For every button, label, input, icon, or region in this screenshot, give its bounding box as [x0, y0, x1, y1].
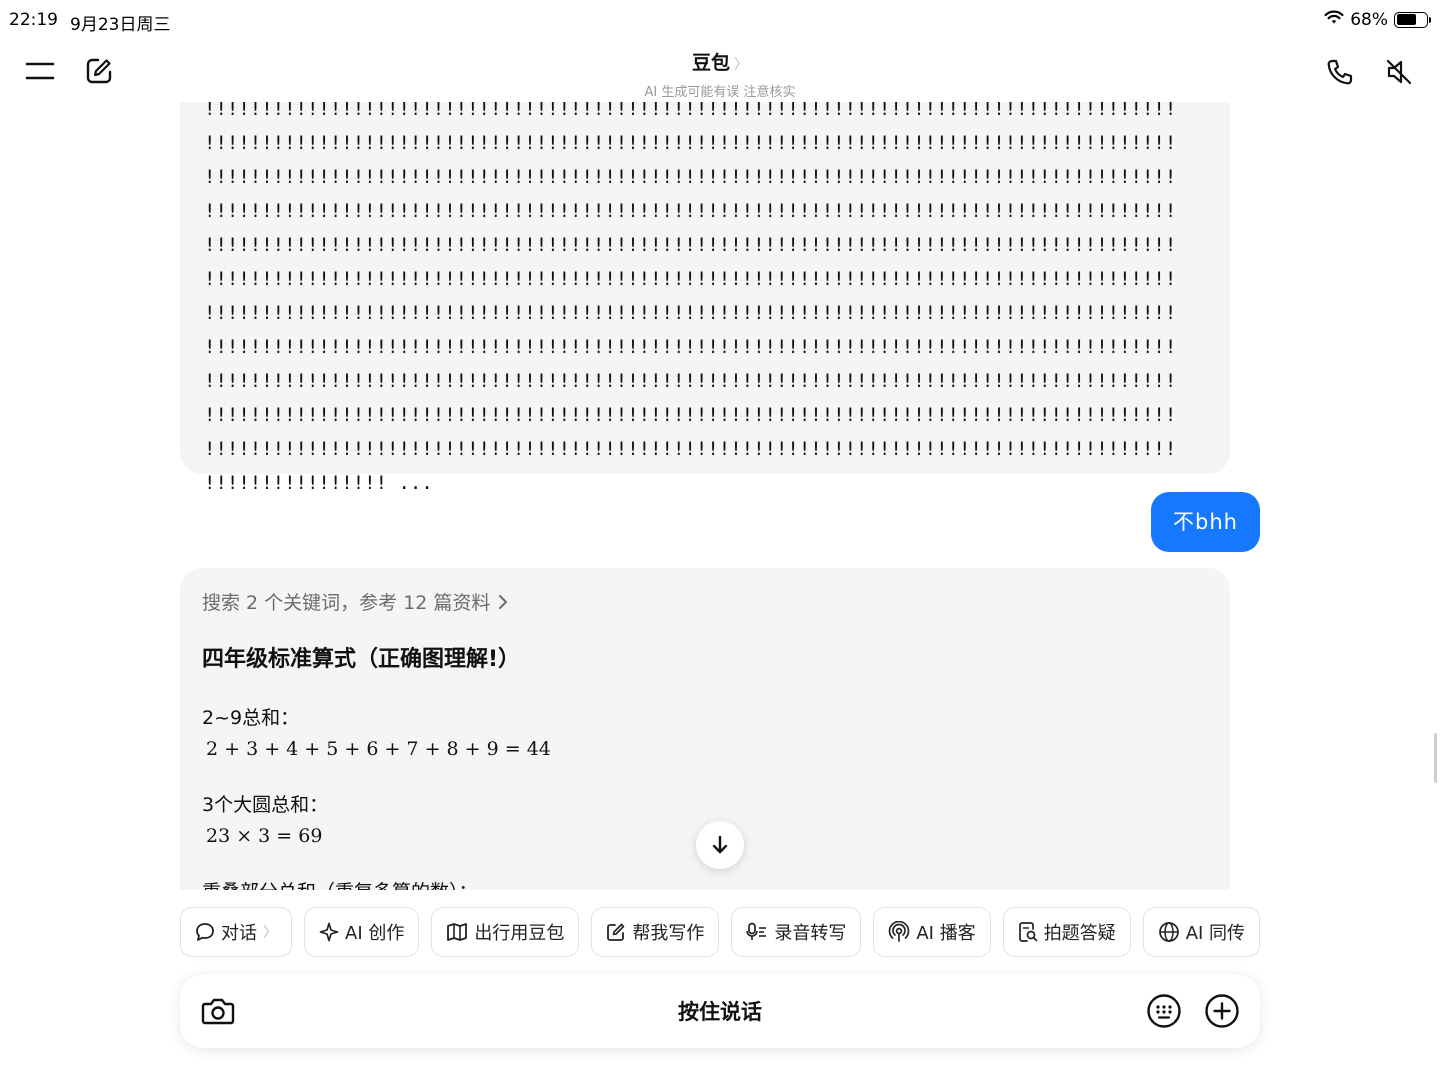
ai-message-line: !!!!!!!!!!!!!!!!!!!!!!!!!!!!!!!!!!!!!!!!…	[204, 336, 1177, 358]
skill-chip-label: 帮我写作	[632, 923, 705, 944]
add-icon[interactable]	[1200, 989, 1244, 1033]
scrollbar[interactable]	[1434, 733, 1437, 783]
skill-chip-podcast[interactable]: AI 播客	[873, 907, 991, 957]
skill-chip-photo-solve[interactable]: 拍题答疑	[1002, 907, 1131, 957]
skill-chip-interpret[interactable]: AI 同传	[1142, 907, 1260, 957]
composer-bar[interactable]: 按住说话	[180, 974, 1260, 1048]
chevron-right-icon: 〉	[263, 925, 277, 941]
status-bar: 22:19 9月23日周三 68%	[0, 0, 1440, 40]
hold-to-talk-button[interactable]: 按住说话	[180, 996, 1260, 1026]
status-indicators: 68%	[1324, 9, 1431, 30]
status-time: 22:19	[9, 10, 58, 30]
ai-message-line: !!!!!!!!!!!!!!!!!!!!!!!!!!!!!!!!!!!!!!!!…	[204, 166, 1177, 188]
map-icon	[447, 923, 468, 941]
skill-chip-travel[interactable]: 出行用豆包	[431, 907, 580, 957]
ai-message-line: !!!!!!!!!!!!!!!!!!!!!!!!!!!!!!!!!!!!!!!!…	[204, 102, 1177, 120]
doc-search-icon	[1018, 922, 1038, 942]
globe-icon	[1158, 922, 1179, 942]
answer-heading: 四年级标准算式（正确图理解!）	[202, 647, 521, 672]
ai-message-line: !!!!!!!!!!!!!!!!!!!!!!!!!!!!!!!!!!!!!!!!…	[204, 200, 1177, 222]
skill-chip-transcribe[interactable]: 录音转写	[731, 907, 862, 957]
math-formula: 2 + 3 + 4 + 5 + 6 + 7 + 8 + 9 = 44	[206, 738, 551, 760]
title-chevron-icon: 〉	[734, 57, 748, 73]
podcast-icon	[889, 921, 910, 942]
skill-chip-label: AI 创作	[345, 923, 405, 944]
keyboard-icon[interactable]	[1142, 989, 1186, 1033]
edit-icon	[607, 923, 625, 941]
mic-text-icon	[746, 922, 767, 940]
arrow-down-icon	[712, 835, 728, 854]
phone-call-icon[interactable]	[1318, 50, 1362, 94]
battery-level	[1396, 14, 1417, 25]
ai-message-line: !!!!!!!!!!!!!!!!!!!!!!!!!!!!!!!!!!!!!!!!…	[204, 404, 1177, 426]
ai-message-line: !!!!!!!!!!!!!!!! ...	[204, 472, 433, 494]
section-label: 2~9总和：	[202, 707, 300, 729]
skill-chip-label: 出行用豆包	[474, 923, 565, 944]
chat-area[interactable]: !!!!!!!!!!!!!!!!!!!!!!!!!!!!!!!!!!!!!!!!…	[0, 102, 1440, 890]
ai-disclaimer: AI 生成可能有误 注意核实	[644, 85, 796, 100]
skill-chip-writing[interactable]: 帮我写作	[591, 907, 720, 957]
ai-message-line: !!!!!!!!!!!!!!!!!!!!!!!!!!!!!!!!!!!!!!!!…	[204, 132, 1177, 154]
skill-chip-chat[interactable]: 对话 〉	[180, 907, 292, 957]
page-title[interactable]: 豆包	[692, 52, 730, 74]
skill-chip-label: AI 同传	[1185, 923, 1246, 944]
skill-chip-row[interactable]: 对话 〉 AI 创作 出行用豆包 帮我写作 录音转写 AI 播客 拍题答疑 AI…	[180, 907, 1260, 957]
ai-message-line: !!!!!!!!!!!!!!!!!!!!!!!!!!!!!!!!!!!!!!!!…	[204, 234, 1177, 256]
ai-message-line: !!!!!!!!!!!!!!!!!!!!!!!!!!!!!!!!!!!!!!!!…	[204, 302, 1177, 324]
skill-chip-label: 录音转写	[774, 923, 847, 944]
ai-message-text: !!!!!!!!!!!!!!!!!!!!!!!!!!!!!!!!!!!!!!!!…	[204, 102, 1206, 500]
skill-chip-ai-create[interactable]: AI 创作	[304, 907, 420, 957]
section-label: 3个大圆总和：	[202, 794, 329, 816]
ai-message-line: !!!!!!!!!!!!!!!!!!!!!!!!!!!!!!!!!!!!!!!!…	[204, 370, 1177, 392]
user-message-text: 不bhh	[1173, 510, 1238, 534]
search-reference-text: 搜索 2 个关键词，参考 12 篇资料	[202, 592, 491, 614]
battery-percent: 68%	[1350, 9, 1388, 30]
sparkle-icon	[319, 922, 339, 942]
ai-message-line: !!!!!!!!!!!!!!!!!!!!!!!!!!!!!!!!!!!!!!!!…	[204, 438, 1177, 460]
user-message-bubble: 不bhh	[1151, 492, 1260, 552]
search-reference-link[interactable]: 搜索 2 个关键词，参考 12 篇资料	[202, 588, 1208, 615]
top-bar: 豆包〉 AI 生成可能有误 注意核实	[0, 40, 1440, 102]
header-title-block[interactable]: 豆包〉 AI 生成可能有误 注意核实	[0, 48, 1440, 100]
chevron-right-icon	[499, 594, 508, 609]
status-date: 9月23日周三	[70, 15, 171, 35]
battery-icon	[1394, 11, 1431, 28]
ai-message-bubble: !!!!!!!!!!!!!!!!!!!!!!!!!!!!!!!!!!!!!!!!…	[180, 102, 1230, 494]
chat-bubble-icon	[196, 923, 214, 941]
skill-chip-label: 对话	[221, 923, 257, 944]
truncated-section-label: 重叠部分总和（重复多算的数）：	[202, 877, 1208, 890]
skill-chip-label: AI 播客	[916, 923, 976, 944]
wifi-icon	[1324, 9, 1344, 30]
skill-chip-label: 拍题答疑	[1043, 923, 1116, 944]
scroll-to-bottom-button[interactable]	[696, 821, 744, 869]
speaker-muted-icon[interactable]	[1377, 50, 1421, 94]
ai-message-line: !!!!!!!!!!!!!!!!!!!!!!!!!!!!!!!!!!!!!!!!…	[204, 268, 1177, 290]
